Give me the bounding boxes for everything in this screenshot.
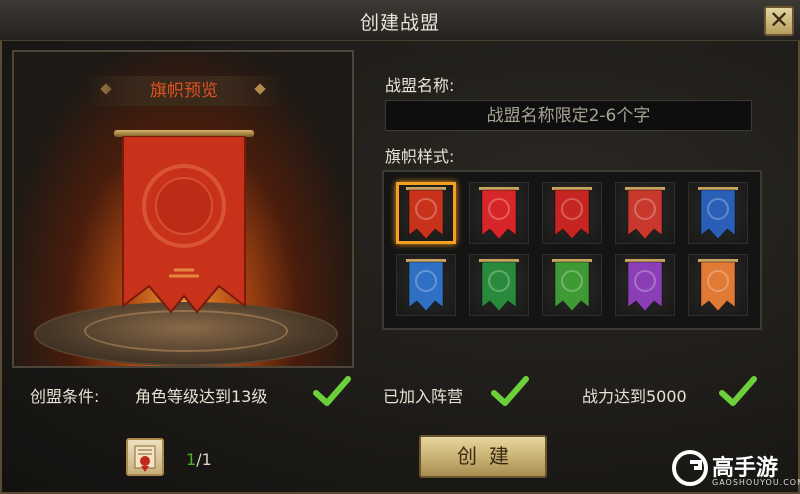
item-count-total: /1 [196,450,212,469]
dialog-title: 创建战盟 [359,12,440,34]
banner-icon [552,187,592,240]
banner-style-option-4[interactable] [615,182,675,244]
banner-icon [406,187,446,240]
banner-style-grid [382,170,762,330]
close-button[interactable]: ✕ [764,6,794,36]
banner-style-option-8[interactable] [542,254,602,316]
scroll-token-icon [134,445,156,472]
banner-icon [406,259,446,312]
guild-name-input[interactable] [385,100,752,131]
check-icon [313,376,351,406]
guild-token-item[interactable] [126,438,164,476]
banner-style-option-9[interactable] [615,254,675,316]
banner-style-option-2[interactable] [469,182,529,244]
banner-preview-title: 旗帜预览 [84,76,284,106]
banner-icon [625,259,665,312]
banner-style-option-10[interactable] [688,254,748,316]
create-button[interactable]: 创建 [419,435,547,478]
item-count: 1/1 [186,450,212,469]
banner-icon [552,259,592,312]
banner-icon [479,187,519,240]
condition-prefix: 创盟条件: [30,387,100,406]
watermark-subtext: GAOSHOUYOU.COM [712,478,800,487]
preview-banner [122,136,246,314]
condition-power: 战力达到5000 [582,387,687,406]
check-icon [719,376,757,406]
altar-ring [84,310,288,352]
banner-icon [625,187,665,240]
item-count-current: 1 [186,450,197,469]
banner-style-option-5[interactable] [688,182,748,244]
banner-icon [698,259,738,312]
banner-preview-panel: 旗帜预览 [12,50,354,368]
banner-icon [479,259,519,312]
check-icon [491,376,529,406]
banner-style-option-1[interactable] [396,182,456,244]
banner-style-option-3[interactable] [542,182,602,244]
condition-level: 角色等级达到13级 [135,387,268,406]
guild-name-label: 战盟名称: [385,76,455,95]
banner-style-label: 旗帜样式: [385,147,455,166]
site-logo-icon [672,450,708,486]
banner-style-option-6[interactable] [396,254,456,316]
banner-style-option-7[interactable] [469,254,529,316]
condition-faction: 已加入阵营 [383,387,464,406]
banner-icon [698,187,738,240]
title-bar: 创建战盟 ✕ [0,0,800,41]
